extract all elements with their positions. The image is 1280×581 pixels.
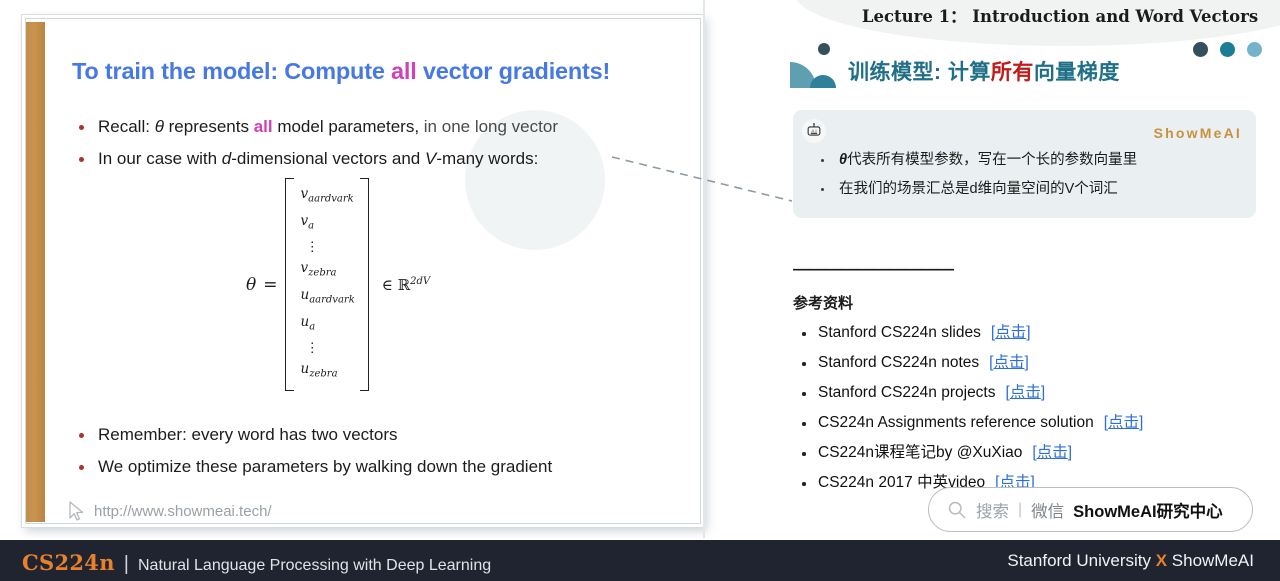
reference-link[interactable]: [点击]: [989, 354, 1029, 371]
formula-membership: ∈ ℝ2dV: [381, 275, 431, 294]
list-item: CS224n Assignments reference solution [点击…: [793, 408, 1270, 438]
slide-footer-url: http://www.showmeai.tech/: [66, 500, 272, 522]
bullet-var-v: V: [424, 149, 437, 168]
slide-title-suffix: vector gradients!: [416, 58, 611, 84]
search-icon: [948, 501, 966, 518]
search-channel: 微信: [1031, 502, 1065, 521]
bullet-text-grey: in one long vector: [423, 117, 558, 136]
reference-label: Stanford CS224n slides: [818, 324, 981, 341]
matrix-row-vdots: ⋮: [305, 340, 320, 357]
list-item: Stanford CS224n notes [点击]: [793, 348, 1270, 378]
footer-right-after: ShowMeAI: [1167, 551, 1254, 570]
bullet-text: -dimensional vectors and: [231, 149, 425, 168]
footer-x: X: [1155, 551, 1168, 570]
list-item: Stanford CS224n projects [点击]: [793, 378, 1270, 408]
card-bullet-list: θ代表所有模型参数，写在一个长的参数向量里 在我们的场景汇总是d维向量空间的V个…: [811, 146, 1244, 204]
decorative-dots: [1193, 42, 1262, 57]
matrix-row: ua: [300, 313, 316, 333]
matrix-row: vaardvark: [300, 186, 354, 205]
card-text: 代表所有模型参数，写在一个长的参数向量里: [847, 152, 1138, 168]
section-title-cn: 训练模型: 计算所有向量梯度: [848, 56, 1120, 86]
summary-card: A I ShowMeAI θ代表所有模型参数，写在一个长的参数向量里 在我们的场…: [793, 110, 1256, 218]
brand-label: ShowMeAI: [1153, 125, 1242, 141]
decorative-shape: [790, 43, 836, 88]
list-item: In our case with d-dimensional vectors a…: [72, 148, 672, 170]
dot-1: [1193, 42, 1208, 57]
list-item: 在我们的场景汇总是d维向量空间的V个词汇: [811, 175, 1244, 204]
list-item: CS224n课程笔记by @XuXiao [点击]: [793, 438, 1270, 468]
dot-3: [1247, 42, 1262, 57]
svg-text:A I: A I: [811, 128, 816, 133]
formula-equals: =: [263, 274, 278, 295]
slide-title: To train the model: Compute all vector g…: [72, 58, 610, 85]
reference-heading: 参考资料: [793, 295, 854, 312]
slide-bullet-list-2: Remember: every word has two vectors We …: [72, 424, 672, 488]
matrix-row: uzebra: [300, 361, 338, 381]
reference-label: Stanford CS224n projects: [818, 384, 996, 401]
slide-accent-bar: [26, 22, 45, 522]
reference-list: Stanford CS224n slides [点击] Stanford CS22…: [793, 318, 1270, 498]
slide-title-highlight: all: [391, 58, 417, 84]
reference-link[interactable]: [点击]: [1006, 384, 1046, 401]
matrix-row: vzebra: [300, 260, 337, 280]
footer-right-before: Stanford University: [1007, 551, 1156, 570]
bullet-text: Recall:: [98, 117, 155, 136]
reference-label: CS224n Assignments reference solution: [818, 414, 1094, 431]
cn-title-after: 向量梯度: [1033, 61, 1120, 84]
slide-page: To train the model: Compute all vector g…: [0, 0, 1280, 581]
search-input[interactable]: 搜索 | 微信 ShowMeAI研究中心: [928, 487, 1253, 532]
search-brand: ShowMeAI研究中心: [1073, 502, 1223, 521]
search-separator: |: [1018, 500, 1023, 518]
card-theta: θ: [839, 152, 848, 168]
bullet-text: -many words:: [436, 149, 539, 168]
matrix-row: uaardvark: [300, 287, 355, 306]
reference-link[interactable]: [点击]: [1104, 414, 1144, 431]
bullet-theta: θ: [154, 117, 164, 136]
cn-title-before: 训练模型: 计算: [848, 61, 991, 84]
reference-link[interactable]: [点击]: [1032, 444, 1072, 461]
matrix-row-vdots: ⋮: [305, 239, 320, 256]
bullet-highlight: all: [253, 117, 273, 136]
search-placeholder: 搜索: [976, 502, 1009, 521]
card-text: 在我们的场景汇总是d维向量空间的V个词汇: [839, 181, 1118, 197]
slide-bullet-list: Recall: θ represents all model parameter…: [72, 116, 672, 180]
cn-title-highlight: 所有: [990, 61, 1034, 84]
footer-subtitle: Natural Language Processing with Deep Le…: [138, 557, 492, 574]
matrix-row: va: [300, 212, 315, 232]
slide-url-text: http://www.showmeai.tech/: [94, 502, 272, 520]
list-item: θ代表所有模型参数，写在一个长的参数向量里: [811, 146, 1244, 175]
list-item: Remember: every word has two vectors: [72, 424, 672, 446]
bullet-text: represents: [163, 117, 254, 136]
reference-divider: ——————————: [793, 259, 954, 278]
bullet-text: In our case with: [98, 149, 222, 168]
bullet-text: model parameters,: [272, 117, 424, 136]
dot-2: [1220, 42, 1235, 57]
ai-robot-icon: A I: [802, 119, 826, 143]
theta-vector-formula: θ = vaardvark va ⋮ vzebra uaardvark ua ⋮…: [246, 178, 431, 392]
cursor-icon: [69, 501, 84, 521]
list-item: We optimize these parameters by walking …: [72, 456, 672, 478]
footer-bar: CS224n | Natural Language Processing wit…: [0, 538, 1280, 581]
reference-label: CS224n课程笔记by @XuXiao: [818, 444, 1023, 461]
footer-divider: |: [123, 553, 129, 575]
formula-matrix-bracket: vaardvark va ⋮ vzebra uaardvark ua ⋮ uze…: [284, 178, 370, 392]
connector-dashed-line: [611, 156, 793, 202]
footer-left: CS224n | Natural Language Processing wit…: [22, 550, 491, 576]
lecture-title: Lecture 1： Introduction and Word Vectors: [861, 7, 1259, 26]
footer-course-code: CS224n: [22, 550, 115, 575]
footer-right: Stanford University X ShowMeAI: [1007, 551, 1254, 571]
formula-lhs: θ: [246, 274, 257, 295]
reference-link[interactable]: [点击]: [991, 324, 1031, 341]
panel-divider: [703, 0, 705, 540]
bullet-var-d: d: [221, 149, 232, 168]
list-item: Stanford CS224n slides [点击]: [793, 318, 1270, 348]
slide-title-prefix: To train the model: Compute: [72, 58, 392, 84]
list-item: Recall: θ represents all model parameter…: [72, 116, 672, 138]
reference-label: Stanford CS224n notes: [818, 354, 980, 371]
